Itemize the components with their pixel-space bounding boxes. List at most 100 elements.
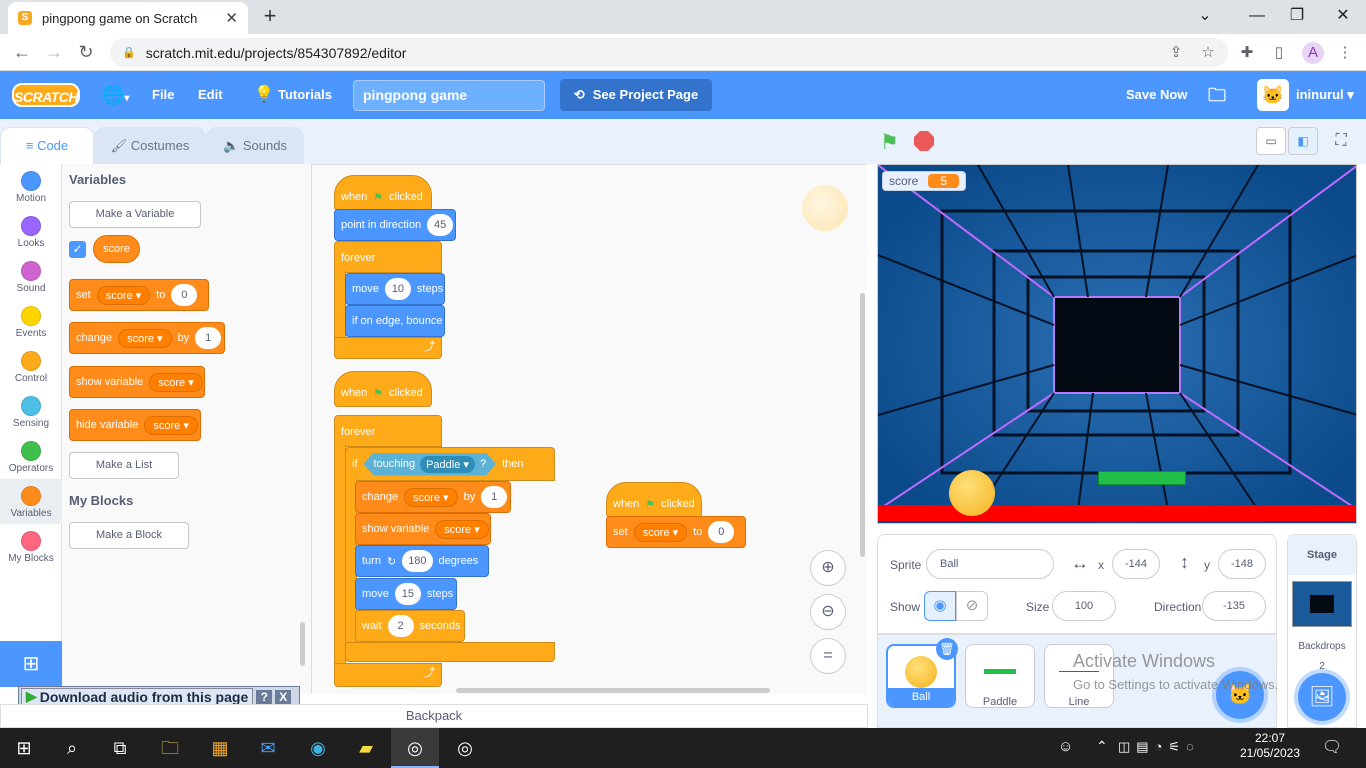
sticky-notes-icon[interactable]: ▰ — [342, 728, 390, 768]
my-stuff-folder-icon[interactable]: 🗀 — [1208, 71, 1226, 119]
delete-sprite-icon[interactable]: 🗑 — [936, 638, 958, 660]
backpack-bar[interactable]: Backpack — [0, 704, 868, 728]
s2-change-dropdown[interactable]: score ▾ — [404, 487, 458, 507]
close-tab-icon[interactable]: ✕ — [225, 9, 238, 27]
tray-chevron-icon[interactable]: ⌃ — [1096, 738, 1108, 755]
category-variables[interactable]: Variables — [0, 479, 62, 524]
stage-canvas[interactable]: score 5 — [877, 164, 1357, 524]
reload-icon[interactable]: ↻ — [74, 40, 98, 64]
stop-button[interactable] — [914, 131, 934, 151]
search-icon[interactable]: ⌕ — [48, 728, 96, 768]
category-sensing[interactable]: Sensing — [0, 389, 62, 434]
size-input[interactable]: 100 — [1052, 591, 1116, 621]
notifications-icon[interactable]: 🗨 — [1322, 737, 1342, 757]
point-direction-block[interactable]: point in direction 45 — [334, 209, 456, 241]
show-variable-block[interactable]: show variable score ▾ — [69, 366, 205, 398]
change-var-dropdown[interactable]: score ▾ — [118, 328, 172, 348]
forever-block[interactable]: forever — [334, 241, 442, 273]
sprite-tile-paddle[interactable]: Paddle — [965, 644, 1035, 708]
category-control[interactable]: Control — [0, 344, 62, 389]
sidepanel-icon[interactable]: ▯ — [1268, 42, 1290, 64]
change-value-input[interactable]: 1 — [195, 327, 222, 349]
hide-variable-block[interactable]: hide variable score ▾ — [69, 409, 201, 441]
download-close-icon[interactable]: X — [275, 689, 292, 704]
minimize-icon[interactable]: — — [1245, 4, 1269, 28]
change-score-block[interactable]: change score ▾ by 1 — [355, 481, 511, 513]
forever-block-2[interactable]: forever — [334, 415, 442, 447]
mail-icon[interactable]: ✉ — [244, 728, 292, 768]
change-variable-block[interactable]: change score ▾ by 1 — [69, 322, 225, 354]
bounce-block[interactable]: if on edge, bounce — [345, 305, 445, 337]
tray-icons[interactable]: ◫▤◔⚟◌ — [1118, 739, 1200, 755]
chrome-icon-active[interactable]: ◎ — [391, 728, 439, 768]
turn-degrees-block[interactable]: turn ↻ 180 degrees — [355, 545, 489, 577]
make-variable-button[interactable]: Make a Variable — [69, 201, 201, 228]
s1-move-input[interactable]: 10 — [384, 278, 411, 300]
forward-icon[interactable]: → — [42, 40, 66, 64]
bookmark-star-icon[interactable]: ☆ — [1197, 42, 1219, 64]
script-hscrollbar[interactable] — [456, 688, 770, 693]
show-variable-score-block[interactable]: show variable score ▾ — [355, 513, 491, 545]
edge-icon[interactable]: ◉ — [294, 728, 342, 768]
s1-point-input[interactable]: 45 — [427, 214, 454, 236]
s2-show-dropdown[interactable]: score ▾ — [435, 519, 489, 539]
tab-sounds[interactable]: 🔈 Sounds — [206, 127, 304, 164]
make-block-button[interactable]: Make a Block — [69, 522, 189, 549]
task-view-icon[interactable]: ⧉ — [96, 728, 144, 768]
y-input[interactable]: -148 — [1218, 549, 1266, 579]
small-stage-icon[interactable]: ▭ — [1256, 127, 1286, 155]
url-field[interactable]: 🔒 scratch.mit.edu/projects/854307892/edi… — [110, 38, 1228, 67]
category-looks[interactable]: Looks — [0, 209, 62, 254]
set-variable-block[interactable]: set score ▾ to 0 — [69, 279, 209, 311]
normal-stage-icon[interactable]: ◧ — [1288, 127, 1318, 155]
stage-selector-pane[interactable]: Stage Backdrops 2 🖼 — [1287, 534, 1357, 728]
if-then-block[interactable]: if touching Paddle ▾ ? then — [345, 447, 555, 481]
zoom-reset-icon[interactable]: = — [810, 638, 846, 674]
category-operators[interactable]: Operators — [0, 434, 62, 479]
restore-icon[interactable]: ❐ — [1285, 4, 1309, 28]
show-var-dropdown[interactable]: score ▾ — [149, 372, 203, 392]
profile-avatar-icon[interactable]: A — [1302, 42, 1324, 64]
set-var-dropdown[interactable]: score ▾ — [96, 285, 151, 305]
s2-change-input[interactable]: 1 — [481, 486, 508, 508]
fullscreen-icon[interactable]: ⛶ — [1326, 127, 1356, 155]
file-explorer-icon[interactable]: 🗀 — [146, 728, 194, 768]
sprite-name-input[interactable]: Ball — [926, 549, 1054, 579]
zoom-out-icon[interactable]: ⊖ — [810, 594, 846, 630]
s3-set-dropdown[interactable]: score ▾ — [633, 522, 688, 542]
green-flag-button[interactable]: ⚑ — [880, 130, 899, 155]
see-project-page-button[interactable]: ⟲ See Project Page — [560, 79, 712, 111]
s2-wait-input[interactable]: 2 — [387, 615, 414, 637]
tab-code[interactable]: ≡ Code — [0, 127, 94, 164]
chrome-menu-icon[interactable]: ⋮ — [1334, 42, 1356, 64]
save-now-button[interactable]: Save Now — [1126, 71, 1187, 119]
category-events[interactable]: Events — [0, 299, 62, 344]
s2-turn-input[interactable]: 180 — [402, 550, 433, 572]
tab-search-icon[interactable]: ⌄ — [1193, 4, 1217, 28]
score-reporter-block[interactable]: score — [93, 235, 140, 263]
user-avatar[interactable]: 🐱 — [1257, 79, 1289, 111]
language-globe-icon[interactable]: 🌐▾ — [102, 71, 129, 119]
file-menu[interactable]: File — [152, 71, 174, 119]
store-icon[interactable]: ▦ — [196, 728, 244, 768]
category-sound[interactable]: Sound — [0, 254, 62, 299]
script-area[interactable]: when ⚑ clicked point in direction 45 foreve… — [312, 164, 867, 694]
new-tab-icon[interactable]: + — [258, 4, 282, 28]
project-title-input[interactable]: pingpong game — [353, 80, 545, 111]
paddle-sprite[interactable] — [1098, 471, 1186, 485]
scratch-logo[interactable]: SCRATCH — [12, 83, 80, 107]
tab-costumes[interactable]: 🖌 Costumes — [94, 127, 206, 164]
wait-seconds-block[interactable]: wait 2 seconds — [355, 610, 465, 642]
extensions-icon[interactable]: ✚ — [1236, 42, 1258, 64]
make-list-button[interactable]: Make a List — [69, 452, 179, 479]
username-menu[interactable]: ininurul ▾ — [1296, 71, 1354, 119]
direction-input[interactable]: -135 — [1202, 591, 1266, 621]
move-15-steps-block[interactable]: move 15 steps — [355, 578, 457, 610]
zoom-in-icon[interactable]: ⊕ — [810, 550, 846, 586]
windows-start-icon[interactable]: ⊞ — [0, 728, 48, 768]
edit-menu[interactable]: Edit — [198, 71, 223, 119]
hide-var-dropdown[interactable]: score ▾ — [144, 415, 198, 435]
score-checkbox[interactable]: ✓ — [69, 241, 86, 258]
ball-sprite[interactable] — [949, 470, 995, 516]
script-vscrollbar[interactable] — [860, 293, 865, 557]
